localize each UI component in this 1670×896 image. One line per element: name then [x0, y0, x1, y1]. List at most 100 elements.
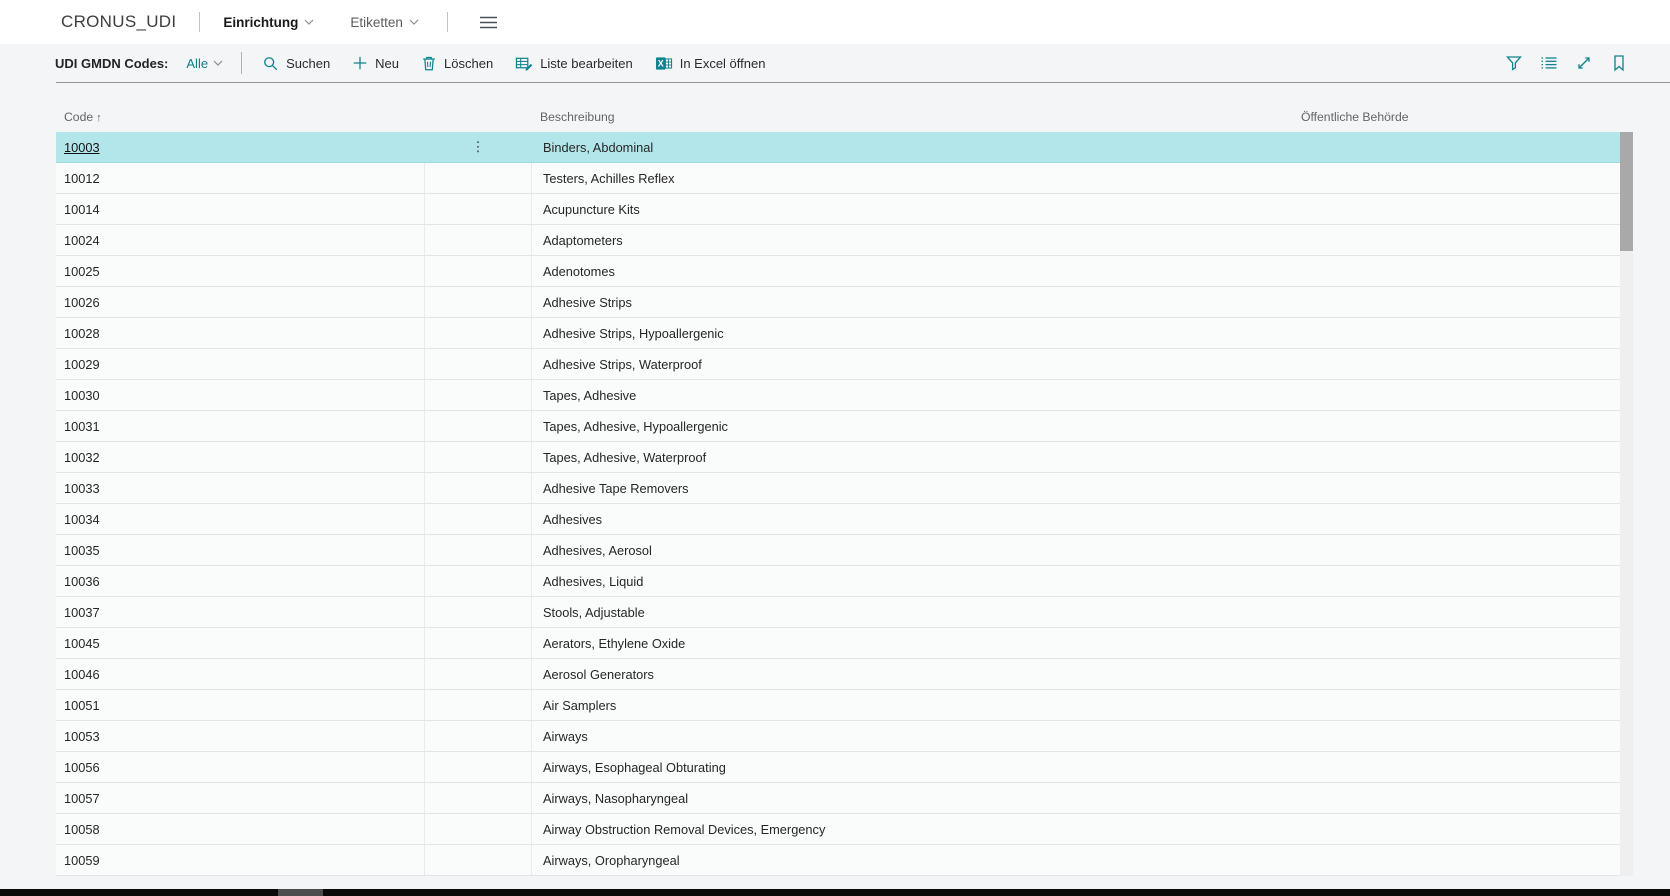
open-in-excel-button[interactable]: X In Excel öffnen [653, 51, 768, 76]
delete-button[interactable]: Löschen [419, 51, 495, 76]
column-header-beschreibung[interactable]: Beschreibung [540, 103, 615, 132]
cell-row-menu[interactable] [424, 535, 532, 565]
filter-button[interactable] [1503, 52, 1525, 74]
nav-menu-etiketten[interactable]: Etiketten [350, 15, 419, 30]
cell-oeffentliche-behoerde[interactable] [1240, 318, 1620, 348]
cell-code[interactable]: 10026 [56, 287, 424, 317]
row-context-menu-icon[interactable]: ⋮ [471, 140, 485, 154]
cell-row-menu[interactable] [424, 783, 532, 813]
cell-row-menu[interactable] [424, 442, 532, 472]
cell-code[interactable]: 10059 [56, 845, 424, 875]
cell-code[interactable]: 10003 [56, 132, 424, 162]
cell-oeffentliche-behoerde[interactable] [1240, 256, 1620, 286]
cell-row-menu[interactable] [424, 566, 532, 596]
new-button[interactable]: Neu [350, 51, 401, 75]
table-row[interactable]: 10056 Airways, Esophageal Obturating [56, 752, 1620, 783]
table-row[interactable]: 10024 Adaptometers [56, 225, 1620, 256]
table-row[interactable]: 10057 Airways, Nasopharyngeal [56, 783, 1620, 814]
cell-row-menu[interactable] [424, 411, 532, 441]
cell-code[interactable]: 10057 [56, 783, 424, 813]
cell-oeffentliche-behoerde[interactable] [1240, 814, 1620, 844]
cell-oeffentliche-behoerde[interactable] [1240, 194, 1620, 224]
vertical-scrollbar-track[interactable] [1620, 132, 1633, 876]
cell-row-menu[interactable] [424, 163, 532, 193]
cell-code[interactable]: 10032 [56, 442, 424, 472]
horizontal-scrollbar-thumb[interactable] [278, 889, 323, 896]
cell-code[interactable]: 10014 [56, 194, 424, 224]
column-header-oeffentliche-behoerde[interactable]: Öffentliche Behörde [1301, 103, 1409, 132]
table-row[interactable]: 10026 Adhesive Strips [56, 287, 1620, 318]
cell-oeffentliche-behoerde[interactable] [1240, 597, 1620, 627]
table-row[interactable]: 10036 Adhesives, Liquid [56, 566, 1620, 597]
cell-oeffentliche-behoerde[interactable] [1240, 504, 1620, 534]
cell-beschreibung[interactable]: Airways, Nasopharyngeal [532, 783, 1240, 813]
search-button[interactable]: Suchen [260, 51, 332, 76]
table-row[interactable]: 10051 Air Samplers [56, 690, 1620, 721]
cell-row-menu[interactable] [424, 659, 532, 689]
cell-beschreibung[interactable]: Adhesives, Aerosol [532, 535, 1240, 565]
vertical-scrollbar-thumb[interactable] [1620, 132, 1633, 251]
table-row[interactable]: 10034 Adhesives [56, 504, 1620, 535]
cell-beschreibung[interactable]: Stools, Adjustable [532, 597, 1240, 627]
view-filter-dropdown[interactable]: Alle [186, 56, 223, 71]
cell-beschreibung[interactable]: Airways [532, 721, 1240, 751]
expand-button[interactable] [1573, 52, 1595, 74]
table-row[interactable]: 10014 Acupuncture Kits [56, 194, 1620, 225]
cell-beschreibung[interactable]: Airway Obstruction Removal Devices, Emer… [532, 814, 1240, 844]
cell-row-menu[interactable] [424, 721, 532, 751]
cell-code[interactable]: 10033 [56, 473, 424, 503]
cell-oeffentliche-behoerde[interactable] [1240, 628, 1620, 658]
cell-beschreibung[interactable]: Adenotomes [532, 256, 1240, 286]
cell-row-menu[interactable] [424, 256, 532, 286]
edit-list-button[interactable]: Liste bearbeiten [513, 51, 635, 76]
cell-beschreibung[interactable]: Tapes, Adhesive, Waterproof [532, 442, 1240, 472]
cell-oeffentliche-behoerde[interactable] [1240, 349, 1620, 379]
cell-code[interactable]: 10056 [56, 752, 424, 782]
column-header-code[interactable]: Code↑ [64, 103, 102, 132]
cell-row-menu[interactable]: ⋮ [424, 132, 532, 162]
more-menu-icon[interactable] [476, 9, 502, 35]
cell-beschreibung[interactable]: Aerators, Ethylene Oxide [532, 628, 1240, 658]
cell-row-menu[interactable] [424, 473, 532, 503]
cell-beschreibung[interactable]: Air Samplers [532, 690, 1240, 720]
cell-oeffentliche-behoerde[interactable] [1240, 690, 1620, 720]
table-row[interactable]: 10059 Airways, Oropharyngeal [56, 845, 1620, 876]
table-row[interactable]: 10028 Adhesive Strips, Hypoallergenic [56, 318, 1620, 349]
cell-row-menu[interactable] [424, 628, 532, 658]
cell-beschreibung[interactable]: Airways, Esophageal Obturating [532, 752, 1240, 782]
cell-beschreibung[interactable]: Adhesive Tape Removers [532, 473, 1240, 503]
table-row[interactable]: 10046 Aerosol Generators [56, 659, 1620, 690]
cell-code[interactable]: 10031 [56, 411, 424, 441]
cell-row-menu[interactable] [424, 690, 532, 720]
cell-beschreibung[interactable]: Tapes, Adhesive, Hypoallergenic [532, 411, 1240, 441]
table-row[interactable]: 10035 Adhesives, Aerosol [56, 535, 1620, 566]
nav-menu-einrichtung[interactable]: Einrichtung [223, 15, 314, 30]
table-row[interactable]: 10037 Stools, Adjustable [56, 597, 1620, 628]
cell-oeffentliche-behoerde[interactable] [1240, 566, 1620, 596]
cell-code[interactable]: 10036 [56, 566, 424, 596]
cell-code[interactable]: 10051 [56, 690, 424, 720]
cell-beschreibung[interactable]: Adhesive Strips, Hypoallergenic [532, 318, 1240, 348]
cell-beschreibung[interactable]: Aerosol Generators [532, 659, 1240, 689]
table-row[interactable]: 10053 Airways [56, 721, 1620, 752]
cell-beschreibung[interactable]: Adhesives [532, 504, 1240, 534]
cell-beschreibung[interactable]: Adhesive Strips [532, 287, 1240, 317]
cell-row-menu[interactable] [424, 194, 532, 224]
cell-oeffentliche-behoerde[interactable] [1240, 845, 1620, 875]
cell-row-menu[interactable] [424, 504, 532, 534]
cell-row-menu[interactable] [424, 349, 532, 379]
table-row[interactable]: 10025 Adenotomes [56, 256, 1620, 287]
cell-row-menu[interactable] [424, 287, 532, 317]
cell-row-menu[interactable] [424, 380, 532, 410]
cell-oeffentliche-behoerde[interactable] [1240, 225, 1620, 255]
table-row[interactable]: 10031 Tapes, Adhesive, Hypoallergenic [56, 411, 1620, 442]
cell-code[interactable]: 10025 [56, 256, 424, 286]
cell-oeffentliche-behoerde[interactable] [1240, 473, 1620, 503]
horizontal-scrollbar-track[interactable] [0, 889, 1670, 896]
cell-code[interactable]: 10029 [56, 349, 424, 379]
cell-code[interactable]: 10028 [56, 318, 424, 348]
cell-beschreibung[interactable]: Tapes, Adhesive [532, 380, 1240, 410]
table-row[interactable]: 10045 Aerators, Ethylene Oxide [56, 628, 1620, 659]
cell-oeffentliche-behoerde[interactable] [1240, 752, 1620, 782]
cell-oeffentliche-behoerde[interactable] [1240, 721, 1620, 751]
